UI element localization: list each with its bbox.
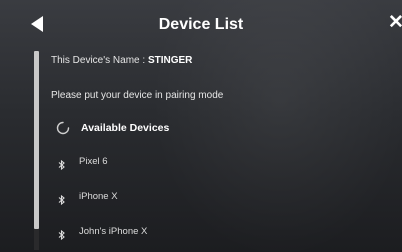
device-name-prefix: This Device's Name :: [51, 55, 148, 66]
scrollbar-thumb[interactable]: [34, 51, 39, 229]
bluetooth-icon: [58, 192, 66, 205]
close-icon[interactable]: ✕: [388, 13, 402, 33]
pairing-instructions: Please put your device in pairing mode: [51, 90, 224, 101]
device-list-screen: Device List ✕ This Device's Name : STING…: [0, 0, 402, 252]
device-name-value: STINGER: [147, 55, 193, 66]
available-devices-label: Available Devices: [81, 122, 170, 134]
device-item-pixel-6[interactable]: Pixel 6: [58, 156, 108, 170]
device-label: iPhone X: [79, 191, 118, 202]
bluetooth-icon: [58, 157, 66, 170]
device-item-iphone-x[interactable]: iPhone X: [58, 191, 118, 205]
available-devices-header: Available Devices: [56, 121, 169, 135]
device-label: John's iPhone X: [79, 226, 148, 237]
loading-spinner-icon: [56, 121, 70, 135]
device-label: Pixel 6: [79, 156, 108, 167]
device-item-johns-iphone-x[interactable]: John's iPhone X: [58, 226, 148, 240]
back-arrow-icon[interactable]: [30, 15, 44, 33]
page-title: Device List: [158, 16, 244, 33]
header: Device List: [0, 0, 402, 50]
bluetooth-icon: [58, 227, 66, 240]
device-name-line: This Device's Name : STINGER: [51, 55, 192, 66]
